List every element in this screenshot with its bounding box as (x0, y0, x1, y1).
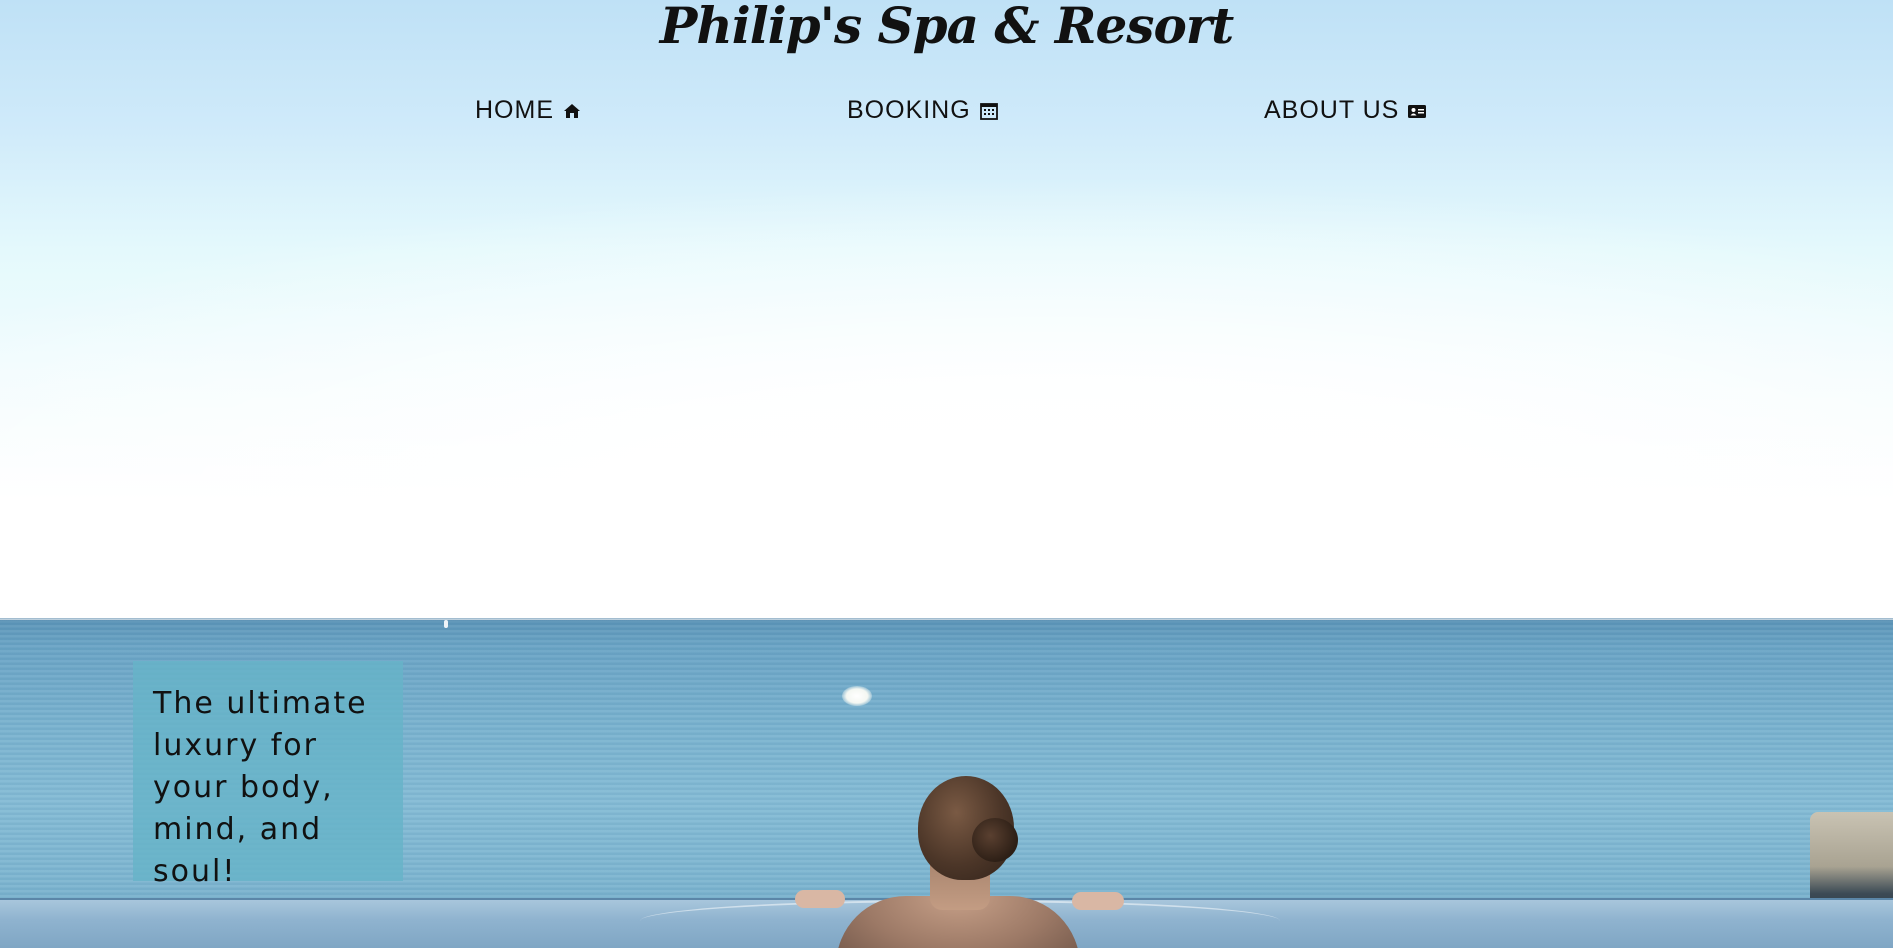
person-left-hand (795, 890, 845, 908)
nav-booking-link[interactable]: BOOKING (847, 96, 999, 125)
person-hair-bun (972, 818, 1018, 862)
nav-booking-label: BOOKING (847, 96, 971, 124)
nav-home-label: HOME (475, 96, 554, 124)
main-nav: HOME BOOKING ABOUT US (0, 96, 1893, 126)
hero-tagline: The ultimate luxury for your body, mind,… (153, 686, 368, 889)
hero-section: Philip's Spa & Resort HOME BOOKING ABOUT… (0, 0, 1893, 948)
distant-sail (444, 620, 448, 628)
distant-boat (842, 686, 872, 706)
id-card-icon (1408, 104, 1427, 118)
nav-about-link[interactable]: ABOUT US (1264, 96, 1427, 125)
tagline-box: The ultimate luxury for your body, mind,… (133, 661, 403, 889)
home-icon (564, 103, 580, 118)
site-title: Philip's Spa & Resort (659, 0, 1234, 55)
nav-home-link[interactable]: HOME (475, 96, 582, 125)
sky-background (0, 0, 1893, 625)
calendar-icon (979, 102, 998, 120)
nav-about-label: ABOUT US (1264, 96, 1400, 124)
horizon-line (0, 618, 1893, 622)
person-right-hand (1072, 892, 1124, 910)
